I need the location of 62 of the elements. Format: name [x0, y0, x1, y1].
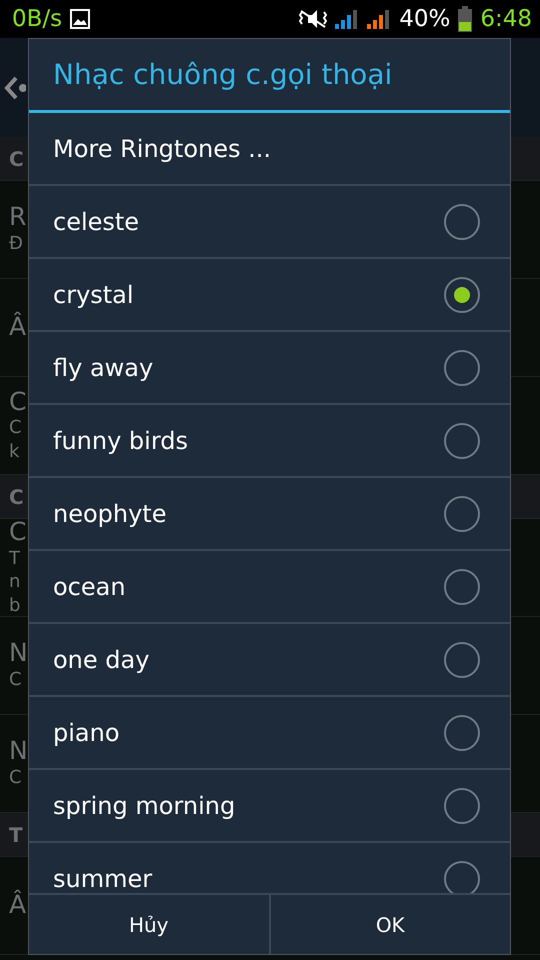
setting-text: C [9, 766, 23, 790]
option-label: crystal [53, 280, 134, 310]
setting-text: C [9, 416, 23, 440]
option-label: neophyte [53, 498, 166, 530]
option-label: More Ringtones ... [53, 134, 272, 164]
radio-button[interactable] [444, 422, 480, 458]
option-label: fly away [53, 352, 154, 384]
ringtone-option[interactable]: fly away [29, 332, 510, 405]
section-header: C [9, 484, 25, 510]
radio-button[interactable] [444, 276, 480, 312]
option-label: piano [53, 718, 120, 748]
setting-text: b [9, 594, 22, 617]
radio-button[interactable] [444, 860, 480, 893]
setting-text: C [9, 518, 28, 547]
section-header: C [9, 146, 25, 172]
ringtone-option[interactable]: neophyte [29, 478, 510, 551]
setting-text: T [9, 546, 21, 570]
ringtone-option[interactable]: spring morning [29, 770, 510, 843]
more-ringtones-item[interactable]: More Ringtones ... [29, 113, 510, 186]
section-header: T [9, 822, 24, 848]
signal-icon [335, 9, 360, 29]
setting-text: Đ [9, 232, 24, 256]
ringtone-option[interactable]: summer [29, 843, 510, 893]
option-label: funny birds [53, 426, 188, 456]
setting-text: n [9, 570, 22, 594]
setting-text: Â [9, 891, 28, 920]
setting-text: k [9, 440, 20, 464]
battery-icon [458, 6, 472, 32]
cancel-button[interactable]: Hủy [29, 895, 268, 954]
radio-button[interactable] [444, 496, 480, 532]
option-label: spring morning [53, 790, 236, 822]
radio-button[interactable] [444, 788, 480, 824]
ringtone-option[interactable]: piano [29, 697, 510, 770]
radio-button[interactable] [444, 568, 480, 604]
ringtone-option[interactable]: ocean [29, 551, 510, 624]
image-icon [70, 9, 90, 29]
option-label: celeste [53, 206, 140, 238]
ok-button[interactable]: OK [268, 895, 510, 954]
option-label: one day [53, 644, 150, 676]
ringtone-option[interactable]: celeste [29, 186, 510, 259]
back-icon[interactable] [4, 74, 26, 100]
radio-button[interactable] [444, 204, 480, 240]
setting-text: N [9, 639, 28, 668]
ringtone-option[interactable]: crystal [29, 259, 510, 332]
radio-button[interactable] [444, 714, 480, 750]
network-speed: 0B/s [12, 4, 62, 34]
signal-icon [367, 9, 392, 29]
option-label: ocean [53, 572, 126, 602]
setting-text: C [9, 668, 23, 692]
ringtone-option[interactable]: funny birds [29, 405, 510, 478]
radio-button[interactable] [444, 642, 480, 678]
clock: 6:48 [480, 4, 532, 34]
setting-text: C [9, 388, 28, 416]
radio-button[interactable] [444, 350, 480, 386]
setting-text: R [9, 203, 28, 232]
option-label: summer [53, 864, 152, 893]
mute-icon [299, 8, 328, 30]
setting-text: Â [9, 313, 28, 342]
battery-percent: 40% [399, 4, 450, 34]
setting-text: N [9, 737, 28, 766]
dialog-title: Nhạc chuông c.gọi thoại [29, 39, 510, 113]
ringtone-option[interactable]: one day [29, 624, 510, 697]
